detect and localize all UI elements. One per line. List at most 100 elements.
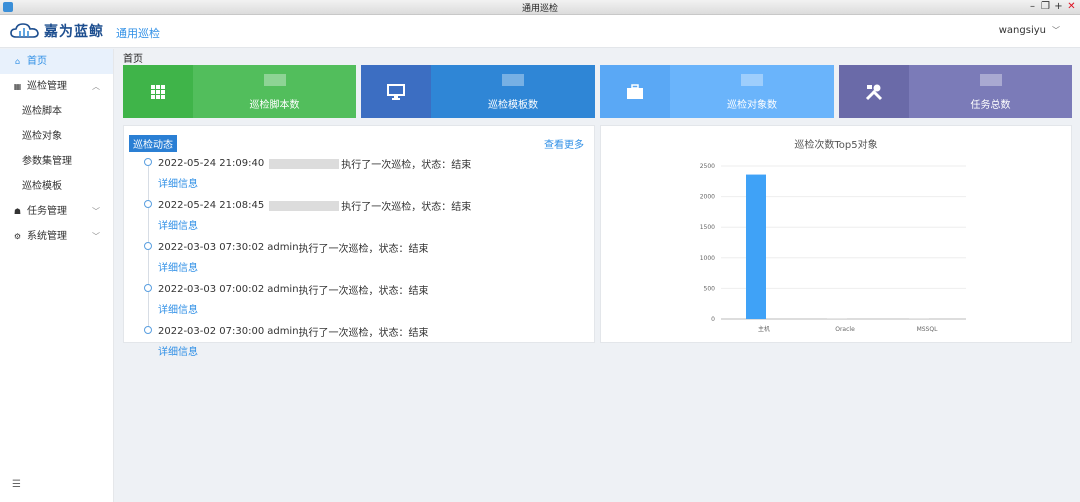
stat-value-redacted [263, 74, 286, 86]
detail-link[interactable]: 详细信息 [158, 343, 594, 358]
monitor-icon [361, 65, 431, 118]
sidebar-item-task-management[interactable]: ☗ 任务管理 ﹀ [0, 199, 113, 224]
top5-chart-panel: 巡检次数Top5对象 0 500 1000 1500 2000 2500 主机 Oracle M… [600, 125, 1072, 343]
bar-chart: 0 500 1000 1500 2000 2500 主机 Oracle MSSQL [700, 163, 966, 333]
feed-text: 2022-05-24 21:09:40 执行了一次巡检，状态：结束 [158, 156, 594, 171]
timeline-dot [144, 326, 152, 334]
stat-value-redacted [741, 74, 763, 86]
feed-item: 2022-03-03 07:00:02 admin 执行了一次巡检，状态：结束 详细信… [144, 282, 594, 324]
chevron-up-icon: ︿ [92, 82, 100, 91]
timeline: 2022-05-24 21:09:40 执行了一次巡检，状态：结束 详细信息 2022… [144, 156, 594, 366]
sidebar-subitem-scripts[interactable]: 巡检脚本 [0, 99, 113, 124]
stat-label: 巡检模板数 [488, 100, 538, 111]
feed-message: 执行了一次巡检，状态：结束 [298, 328, 429, 339]
view-more-link[interactable]: 查看更多 [544, 136, 584, 151]
detail-link[interactable]: 详细信息 [158, 217, 594, 232]
stat-label: 巡检对象数 [727, 100, 777, 111]
feed-text: 2022-05-24 21:08:45 执行了一次巡检，状态：结束 [158, 198, 594, 213]
bar [827, 318, 847, 319]
close-icon[interactable]: ✕ [1067, 0, 1076, 14]
y-tick-label: 1000 [700, 255, 715, 262]
redacted-user [269, 158, 340, 169]
chevron-down-icon: ﹀ [92, 232, 100, 241]
detail-link[interactable]: 详细信息 [158, 259, 594, 274]
minimize-icon[interactable]: – [1028, 0, 1037, 14]
bar [746, 174, 766, 319]
grid-icon: ▦ [13, 82, 22, 91]
feed-message: 执行了一次巡检，状态：结束 [341, 160, 472, 171]
stat-card-tasks[interactable]: 任务总数 [839, 65, 1072, 118]
feed-item: 2022-03-03 07:30:02 admin 执行了一次巡检，状态：结束 详细信… [144, 240, 594, 282]
feed-time: 2022-03-03 07:30:02 [158, 242, 265, 253]
feed-time: 2022-03-03 07:00:02 [158, 284, 265, 295]
detail-link[interactable]: 详细信息 [158, 301, 594, 316]
redacted-user [269, 200, 340, 211]
logo[interactable]: 嘉为蓝鲸 [10, 21, 104, 41]
x-tick-label: 主机 [758, 325, 770, 333]
user-menu[interactable]: wangsiyu ﹀ [999, 25, 1060, 36]
home-icon: ⌂ [14, 57, 21, 66]
feed-user: admin [267, 242, 299, 253]
chevron-down-icon: ﹀ [1052, 26, 1060, 35]
y-tick-label: 500 [704, 285, 716, 292]
cloud-logo-icon [10, 23, 39, 38]
brand-name: 嘉为蓝鲸 [44, 24, 104, 40]
sidebar-item-label: 系统管理 [27, 231, 67, 242]
sidebar-subitem-params[interactable]: 参数集管理 [0, 149, 113, 174]
feed-text: 2022-03-02 07:30:00 admin 执行了一次巡检，状态：结束 [158, 324, 594, 339]
sidebar-subitem-objects[interactable]: 巡检对象 [0, 124, 113, 149]
y-tick-label: 1500 [700, 224, 715, 231]
app-header: 嘉为蓝鲸 通用巡检 wangsiyu ﹀ [0, 15, 1080, 48]
timeline-dot [144, 284, 152, 292]
sidebar-item-label: 巡检管理 [27, 81, 67, 92]
feed-user: admin [267, 284, 299, 295]
feed-time: 2022-05-24 21:09:40 [158, 158, 265, 169]
house-icon: ☗ [13, 207, 22, 216]
feed-time: 2022-05-24 21:08:45 [158, 200, 265, 211]
x-tick-label: Oracle [835, 326, 855, 333]
detail-link[interactable]: 详细信息 [158, 175, 594, 190]
app-name-link[interactable]: 通用巡检 [116, 25, 160, 41]
window-titlebar: 通用巡检 – ❐ + ✕ [0, 0, 1080, 15]
stat-card-objects[interactable]: 巡检对象数 [600, 65, 834, 118]
timeline-dot [144, 158, 152, 166]
username: wangsiyu [998, 25, 1046, 36]
sidebar-item-system-management[interactable]: ⚙ 系统管理 ﹀ [0, 224, 113, 249]
stat-label: 任务总数 [970, 100, 1011, 111]
timeline-dot [144, 242, 152, 250]
breadcrumb: 首页 [123, 54, 143, 65]
feed-message: 执行了一次巡检，状态：结束 [341, 202, 472, 213]
y-tick-label: 0 [711, 316, 715, 323]
chevron-down-icon: ﹀ [92, 207, 100, 216]
sidebar-subitem-templates[interactable]: 巡检模板 [0, 174, 113, 199]
stat-card-scripts[interactable]: 巡检脚本数 [123, 65, 356, 118]
y-tick-label: 2500 [700, 163, 715, 170]
timeline-dot [144, 200, 152, 208]
feed-title: 巡检动态 [129, 135, 177, 152]
briefcase-icon [600, 65, 670, 118]
feed-text: 2022-03-03 07:00:02 admin 执行了一次巡检，状态：结束 [158, 282, 594, 297]
window-controls: – ❐ + ✕ [1028, 0, 1076, 14]
sidebar-item-inspection-management[interactable]: ▦ 巡检管理 ︿ [0, 74, 113, 99]
x-tick-label: MSSQL [917, 326, 939, 333]
stat-label: 巡检脚本数 [249, 100, 300, 111]
feed-item: 2022-05-24 21:09:40 执行了一次巡检，状态：结束详细信息 [144, 156, 594, 198]
sidebar-item-home[interactable]: ⌂ 首页 [0, 49, 113, 74]
sidebar-item-label: 任务管理 [27, 206, 67, 217]
window-title: 通用巡检 [521, 4, 558, 14]
feed-message: 执行了一次巡检，状态：结束 [298, 244, 429, 255]
feed-item: 2022-05-24 21:08:45 执行了一次巡检，状态：结束详细信息 [144, 198, 594, 240]
maximize-icon[interactable]: + [1054, 0, 1063, 14]
feed-text: 2022-03-03 07:30:02 admin 执行了一次巡检，状态：结束 [158, 240, 594, 255]
sidebar-item-label: 首页 [27, 56, 47, 67]
grid-dots-icon [123, 65, 193, 118]
feed-time: 2022-03-02 07:30:00 [158, 326, 265, 337]
tools-icon [839, 65, 909, 118]
stat-card-templates[interactable]: 巡检模板数 [361, 65, 595, 118]
restore-icon[interactable]: ❐ [1041, 0, 1050, 14]
stat-value-redacted [979, 74, 1002, 86]
bar [909, 318, 929, 319]
y-tick-label: 2000 [700, 194, 715, 201]
feed-user: admin [267, 326, 299, 337]
collapse-menu-icon[interactable]: ☰ [12, 479, 21, 490]
